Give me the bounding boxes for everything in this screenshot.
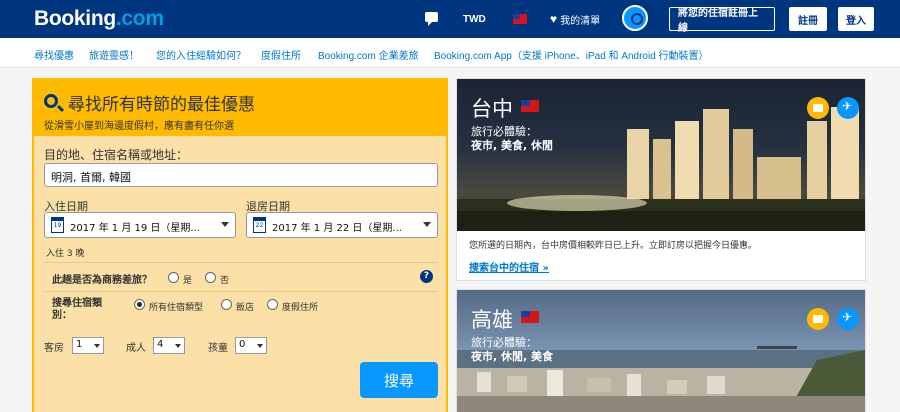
skyline-illustration bbox=[457, 107, 865, 231]
search-icon bbox=[44, 94, 58, 108]
deal-icon bbox=[807, 97, 829, 119]
taiwan-flag-icon bbox=[521, 311, 539, 323]
nav-app[interactable]: Booking.com App（支援 iPhone、iPad 和 Android… bbox=[434, 47, 709, 62]
nav-business[interactable]: Booking.com 企業差旅 bbox=[318, 47, 419, 62]
search-title: 尋找所有時節的最佳優惠 bbox=[68, 95, 255, 115]
genius-icon[interactable] bbox=[622, 5, 648, 31]
search-city-link[interactable]: 搜索台中的住宿 » bbox=[469, 259, 549, 274]
search-button[interactable]: 搜尋 bbox=[360, 362, 438, 398]
business-yes-radio[interactable] bbox=[168, 272, 179, 283]
business-yes-label: 是 bbox=[183, 276, 193, 286]
divider bbox=[44, 262, 438, 263]
type-all-label: 所有住宿類型 bbox=[149, 303, 204, 313]
calendar-icon: 22 bbox=[253, 217, 266, 233]
search-box: 尋找所有時節的最佳優惠 從滑雪小屋到海邊度假村，應有盡有任你選 目的地、住宿名稱… bbox=[32, 78, 448, 412]
nav-deals[interactable]: 尋找優惠 bbox=[34, 47, 74, 62]
type-hotel-label: 飯店 bbox=[236, 303, 255, 313]
nav-inspiration[interactable]: 旅遊靈感！ bbox=[89, 47, 139, 62]
list-property-button[interactable]: 將您的住宿註冊上線 bbox=[669, 7, 775, 34]
city-image: 高雄 旅行必體驗： 夜市, 休閒, 美食 bbox=[457, 290, 865, 412]
calendar-icon: 19 bbox=[51, 217, 64, 233]
wishlist-label: 我的清單 bbox=[560, 15, 601, 27]
deal-icon bbox=[807, 308, 829, 330]
chat-icon[interactable] bbox=[425, 12, 438, 26]
login-button[interactable]: 登入 bbox=[838, 7, 874, 31]
heart-icon: ♥ bbox=[550, 12, 558, 26]
checkout-date-picker[interactable]: 22 2017 年 1 月 22 日（星期... bbox=[246, 212, 438, 238]
nav-review[interactable]: 您的入住經驗如何？ bbox=[156, 47, 246, 62]
booking-logo[interactable]: Booking.com bbox=[34, 7, 164, 31]
business-no-radio[interactable] bbox=[205, 272, 216, 283]
type-holiday-label: 度假住所 bbox=[282, 303, 319, 313]
experience-tags: 夜市, 休閒, 美食 bbox=[471, 350, 554, 363]
business-question: 此趟是否為商務差旅？ bbox=[52, 275, 152, 286]
city-name: 台中 bbox=[471, 97, 513, 121]
rooms-label: 客房 bbox=[44, 343, 64, 354]
nav-holiday[interactable]: 度假住所 bbox=[261, 47, 301, 62]
business-no-label: 否 bbox=[220, 276, 230, 286]
children-label: 孩童 bbox=[208, 343, 228, 354]
adults-label: 成人 bbox=[126, 343, 146, 354]
help-icon[interactable]: ? bbox=[420, 270, 433, 283]
plane-icon bbox=[837, 308, 859, 330]
deal-card-taichung[interactable]: 台中 旅行必體驗： 夜市, 美食, 休閒 您所選的日期內，台中房價相較昨日已上升… bbox=[456, 78, 866, 281]
adults-select[interactable]: 4 bbox=[153, 337, 185, 354]
experience-tags: 夜市, 美食, 休閒 bbox=[471, 139, 554, 152]
divider bbox=[44, 291, 438, 292]
top-header: Booking.com TWD ♥ 我的清單 將您的住宿註冊上線 註冊 登入 bbox=[0, 0, 900, 38]
taiwan-flag-icon bbox=[521, 100, 539, 112]
destination-label: 目的地、住宿名稱或地址： bbox=[44, 148, 189, 162]
language-selector[interactable] bbox=[513, 0, 527, 38]
checkout-value: 2017 年 1 月 22 日（星期... bbox=[272, 223, 402, 234]
type-hotel-radio[interactable] bbox=[221, 299, 232, 310]
sub-nav: 尋找優惠 旅遊靈感！ 您的入住經驗如何？ 度假住所 Booking.com 企業… bbox=[0, 38, 900, 68]
children-select[interactable]: 0 bbox=[235, 337, 267, 354]
nights-count: 入住 3 晚 bbox=[46, 249, 85, 259]
checkin-value: 2017 年 1 月 19 日（星期... bbox=[70, 223, 200, 234]
checkin-date-picker[interactable]: 19 2017 年 1 月 19 日（星期... bbox=[44, 212, 236, 238]
chevron-down-icon bbox=[423, 222, 431, 231]
type-holiday-radio[interactable] bbox=[267, 299, 278, 310]
wishlist-link[interactable]: ♥ 我的清單 bbox=[550, 0, 600, 38]
city-image: 台中 旅行必體驗： 夜市, 美食, 休閒 bbox=[457, 79, 865, 231]
currency-selector[interactable]: TWD bbox=[463, 0, 486, 38]
plane-icon bbox=[837, 97, 859, 119]
property-type-label: 搜尋住宿類別： bbox=[52, 298, 102, 321]
card-description: 您所選的日期內，台中房價相較昨日已上升。立即訂房以把握今日優惠。 bbox=[469, 241, 758, 251]
search-form: 目的地、住宿名稱或地址： 明洞, 首爾, 韓國 入住日期 19 2017 年 1… bbox=[34, 136, 446, 412]
city-name: 高雄 bbox=[471, 308, 513, 332]
chevron-down-icon bbox=[221, 222, 229, 231]
taiwan-flag-icon bbox=[513, 14, 527, 24]
search-subtitle: 從滑雪小屋到海邊度假村，應有盡有任你選 bbox=[44, 121, 234, 132]
rooms-select[interactable]: 1 bbox=[72, 337, 104, 354]
deal-card-kaohsiung[interactable]: 高雄 旅行必體驗： 夜市, 休閒, 美食 bbox=[456, 289, 866, 412]
register-button[interactable]: 註冊 bbox=[789, 7, 827, 31]
type-all-radio[interactable] bbox=[134, 299, 145, 310]
destination-input[interactable]: 明洞, 首爾, 韓國 bbox=[44, 163, 438, 187]
